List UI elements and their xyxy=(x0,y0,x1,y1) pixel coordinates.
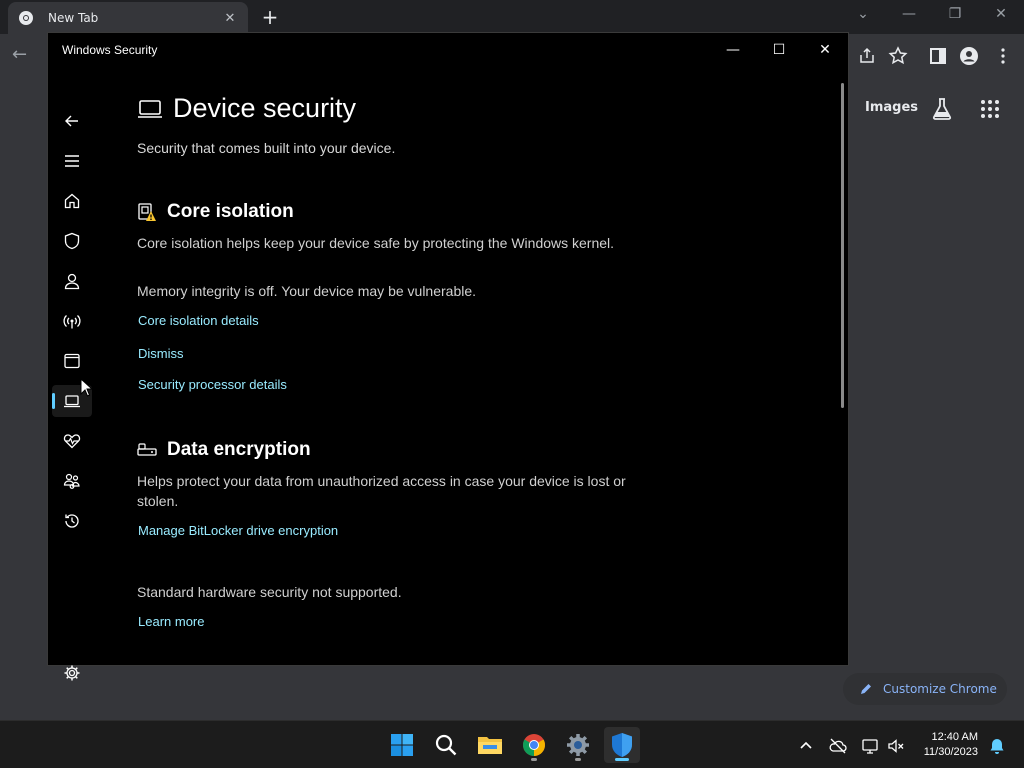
tab-close-icon[interactable]: ✕ xyxy=(222,11,238,26)
search-icon xyxy=(435,734,457,756)
drive-lock-icon xyxy=(137,443,157,456)
windows-security-app[interactable] xyxy=(604,727,640,763)
tab-title: New Tab xyxy=(48,11,99,25)
nav-item-account-protection[interactable] xyxy=(52,265,92,297)
data-encryption-description: Helps protect your data from unauthorize… xyxy=(137,473,626,509)
nav-item-firewall[interactable] xyxy=(52,305,92,337)
chrome-restore-button[interactable]: ❐ xyxy=(945,6,965,22)
hardware-security-status: Standard hardware security not supported… xyxy=(137,584,402,600)
security-running-indicator xyxy=(615,758,629,761)
chrome-favicon-icon xyxy=(19,11,33,25)
customize-chrome-button[interactable]: Customize Chrome xyxy=(843,673,1007,705)
gear-icon xyxy=(64,665,80,681)
file-explorer-app[interactable] xyxy=(472,727,508,763)
security-processor-details-link[interactable]: Security processor details xyxy=(138,377,287,392)
minimize-button[interactable]: — xyxy=(722,39,744,61)
back-arrow-icon xyxy=(65,115,78,127)
pencil-icon xyxy=(861,684,871,694)
wireless-icon xyxy=(63,315,81,329)
chevron-up-icon[interactable] xyxy=(797,737,815,755)
page-title-text: Device security xyxy=(173,93,357,123)
customize-chrome-label: Customize Chrome xyxy=(883,682,997,696)
memory-integrity-status: Memory integrity is off. Your device may… xyxy=(137,283,477,299)
chrome-menu-icon[interactable] xyxy=(993,46,1013,66)
share-icon[interactable] xyxy=(857,46,877,66)
home-icon xyxy=(64,193,80,209)
core-isolation-details-link[interactable]: Core isolation details xyxy=(138,313,259,328)
learn-more-link[interactable]: Learn more xyxy=(138,614,204,629)
core-isolation-heading: Core isolation xyxy=(137,201,294,223)
nav-item-protection-history[interactable] xyxy=(52,505,92,537)
shield-icon xyxy=(64,232,80,250)
tab-search-icon[interactable]: ⌄ xyxy=(853,6,873,22)
nav-item-home[interactable] xyxy=(52,185,92,217)
chrome-running-indicator xyxy=(531,758,537,761)
person-icon xyxy=(64,273,80,290)
content-scrollbar[interactable] xyxy=(841,83,844,408)
mouse-cursor-icon xyxy=(80,378,92,397)
data-encryption-title: Data encryption xyxy=(167,439,311,460)
manage-bitlocker-link[interactable]: Manage BitLocker drive encryption xyxy=(138,523,338,538)
new-tab-button[interactable]: + xyxy=(259,5,281,29)
onedrive-off-icon[interactable] xyxy=(829,737,847,755)
clock-time: 12:40 AM xyxy=(931,731,978,743)
core-isolation-description: Core isolation helps keep your device sa… xyxy=(137,235,615,251)
core-isolation-warning-icon xyxy=(138,203,156,221)
settings-running-indicator xyxy=(575,758,581,761)
folder-icon xyxy=(478,737,502,754)
security-shield-icon xyxy=(612,733,632,757)
chrome-app[interactable] xyxy=(516,727,552,763)
hamburger-icon xyxy=(65,155,79,167)
chrome-icon xyxy=(523,734,545,756)
heart-pulse-icon xyxy=(63,434,81,449)
notification-bell-icon[interactable] xyxy=(988,737,1006,755)
nav-item-family-options[interactable] xyxy=(52,465,92,497)
page-subtitle: Security that comes built into your devi… xyxy=(137,140,396,156)
maximize-button[interactable]: ☐ xyxy=(768,39,790,61)
labs-flask-icon[interactable] xyxy=(931,97,953,121)
window-title: Windows Security xyxy=(62,43,158,57)
volume-muted-icon[interactable] xyxy=(887,737,905,755)
nav-item-virus-protection[interactable] xyxy=(52,225,92,257)
search-button[interactable] xyxy=(428,727,464,763)
start-button[interactable] xyxy=(384,727,420,763)
windows-security-window: Windows Security — ☐ ✕ Device security S… xyxy=(47,32,849,681)
side-panel-icon[interactable] xyxy=(928,46,948,66)
taskbar: 12:40 AM 11/30/2023 xyxy=(0,720,1024,768)
family-icon xyxy=(63,473,80,489)
system-clock[interactable]: 12:40 AM 11/30/2023 xyxy=(916,730,978,760)
nav-item-settings[interactable] xyxy=(52,657,92,689)
nav-sidebar xyxy=(48,67,96,681)
chrome-tab-bar: New Tab ✕ + ⌄ — ❐ ✕ xyxy=(0,0,1024,34)
nav-item-app-browser-control[interactable] xyxy=(52,345,92,377)
window-titlebar[interactable]: Windows Security — ☐ ✕ xyxy=(48,33,848,67)
history-icon xyxy=(65,514,79,528)
core-isolation-title: Core isolation xyxy=(167,201,294,222)
chrome-tab-new-tab[interactable]: New Tab ✕ xyxy=(8,2,248,34)
chrome-close-button[interactable]: ✕ xyxy=(991,6,1011,22)
settings-app[interactable] xyxy=(560,727,596,763)
dismiss-link[interactable]: Dismiss xyxy=(138,346,184,361)
profile-avatar-icon[interactable] xyxy=(959,46,979,66)
network-monitor-icon[interactable] xyxy=(861,737,879,755)
hamburger-menu-button[interactable] xyxy=(52,145,92,177)
chrome-minimize-button[interactable]: — xyxy=(899,6,919,22)
page-title: Device security xyxy=(137,93,356,124)
nav-item-device-health[interactable] xyxy=(52,425,92,457)
settings-gear-icon xyxy=(567,734,589,756)
data-encryption-heading: Data encryption xyxy=(137,439,311,461)
google-apps-icon[interactable] xyxy=(980,99,1000,119)
laptop-icon xyxy=(138,99,162,118)
back-button[interactable] xyxy=(52,105,92,137)
windows-logo-icon xyxy=(391,734,413,756)
bookmark-star-icon[interactable] xyxy=(888,46,908,66)
app-window-icon xyxy=(64,353,80,369)
images-link[interactable]: Images xyxy=(865,100,918,115)
close-button[interactable]: ✕ xyxy=(814,39,836,61)
clock-date: 11/30/2023 xyxy=(923,746,978,758)
laptop-icon xyxy=(64,395,80,408)
chrome-back-icon[interactable]: ← xyxy=(12,44,27,65)
